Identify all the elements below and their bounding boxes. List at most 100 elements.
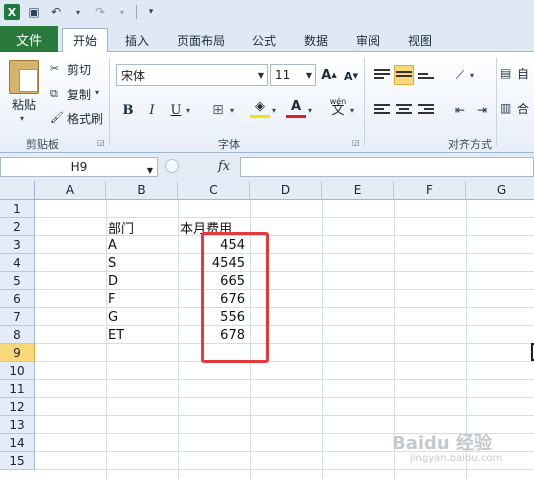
align-left-button[interactable] <box>372 100 392 120</box>
clipboard-launcher-icon[interactable]: ◲ <box>97 138 105 147</box>
clipboard-group-label: 剪贴板 <box>26 138 59 151</box>
column-header-g[interactable]: G <box>466 181 534 200</box>
align-top-button[interactable] <box>372 65 392 85</box>
column-header-d[interactable]: D <box>250 181 322 200</box>
row-header[interactable]: 7 <box>0 308 35 326</box>
column-header-c[interactable]: C <box>178 181 250 200</box>
tab-page-layout[interactable]: 页面布局 <box>168 28 234 52</box>
align-bottom-button[interactable] <box>416 65 436 85</box>
phonetic-guide-button[interactable]: wén 文 <box>328 96 348 117</box>
phonetic-dropdown-icon[interactable]: ▾ <box>350 106 354 115</box>
tab-view[interactable]: 视图 <box>400 28 440 52</box>
select-all-corner[interactable] <box>0 181 35 200</box>
format-painter-icon: 🖌 <box>50 111 64 124</box>
row-header[interactable]: 8 <box>0 326 35 344</box>
row-header[interactable]: 3 <box>0 236 35 254</box>
tab-data[interactable]: 数据 <box>296 28 336 52</box>
fill-color-icon[interactable]: ◈ <box>250 98 270 118</box>
font-color-dropdown-icon[interactable]: ▾ <box>308 106 312 115</box>
orientation-icon[interactable]: ⟋ <box>450 65 470 85</box>
cell-dept[interactable]: D <box>106 272 178 290</box>
excel-app-icon: X <box>4 4 20 20</box>
cell-b2-dept-header[interactable]: 部门 <box>106 218 178 237</box>
paste-button[interactable]: 粘贴 <box>12 96 36 113</box>
wrap-text-icon: ▤ <box>500 66 512 80</box>
copy-dropdown-icon[interactable]: ▾ <box>95 88 99 97</box>
format-painter-button[interactable]: 格式刷 <box>67 110 103 127</box>
cell-dept[interactable]: G <box>106 308 178 326</box>
merge-icon: ▥ <box>500 101 512 115</box>
chevron-down-icon: ▼ <box>305 71 312 80</box>
formula-expand-handle[interactable] <box>165 159 179 173</box>
row-header[interactable]: 1 <box>0 200 35 218</box>
group-separator <box>496 58 497 146</box>
shrink-font-button[interactable]: A ▼ <box>341 66 361 86</box>
toolbar-separator <box>136 5 137 19</box>
underline-dropdown-icon[interactable]: ▾ <box>186 106 190 115</box>
font-color-button[interactable]: A <box>286 98 306 118</box>
cell-dept[interactable]: A <box>106 236 178 254</box>
merge-button[interactable]: 合 <box>517 100 529 117</box>
group-separator <box>109 58 110 146</box>
wrap-text-button[interactable]: 自 <box>517 65 529 82</box>
row-header[interactable]: 12 <box>0 398 35 416</box>
redo-icon[interactable]: ↷ <box>92 4 108 20</box>
baidu-watermark: Baidu 经验 <box>392 433 493 454</box>
cell-dept[interactable]: ET <box>106 326 178 344</box>
orientation-dropdown-icon[interactable]: ▾ <box>470 71 474 80</box>
border-dropdown-icon[interactable]: ▾ <box>230 106 234 115</box>
bold-button[interactable]: B <box>118 100 138 120</box>
align-middle-button[interactable] <box>394 65 414 85</box>
save-icon[interactable]: ▣ <box>26 4 42 20</box>
formula-bar: H9 ▼ fx <box>0 153 534 181</box>
function-icon[interactable]: fx <box>218 159 230 174</box>
underline-button[interactable]: U <box>166 100 186 120</box>
column-header-f[interactable]: F <box>394 181 466 200</box>
redo-dropdown-icon[interactable]: ▾ <box>114 4 130 20</box>
paste-dropdown-icon[interactable]: ▾ <box>20 114 24 123</box>
name-box-value: H9 <box>70 160 88 174</box>
increase-indent-icon[interactable]: ⇥ <box>472 100 492 120</box>
column-header-a[interactable]: A <box>35 181 106 200</box>
align-right-button[interactable] <box>416 100 436 120</box>
row-header[interactable]: 10 <box>0 362 35 380</box>
customize-toolbar-icon[interactable]: ▾ <box>143 4 159 20</box>
paste-icon[interactable] <box>9 60 39 94</box>
row-header[interactable]: 6 <box>0 290 35 308</box>
name-box[interactable]: H9 ▼ <box>0 157 158 177</box>
formula-input[interactable] <box>240 157 534 177</box>
font-name-select[interactable]: 宋体 ▼ <box>116 64 268 86</box>
tab-file[interactable]: 文件 <box>0 26 58 52</box>
tab-insert[interactable]: 插入 <box>114 28 160 52</box>
tab-review[interactable]: 审阅 <box>348 28 388 52</box>
row-header[interactable]: 2 <box>0 218 35 236</box>
cut-button[interactable]: 剪切 <box>67 61 91 78</box>
row-header[interactable]: 15 <box>0 452 35 470</box>
undo-icon[interactable]: ↶ <box>48 4 64 20</box>
row-header[interactable]: 11 <box>0 380 35 398</box>
column-header-b[interactable]: B <box>106 181 178 200</box>
row-header[interactable]: 14 <box>0 434 35 452</box>
cell-dept[interactable]: S <box>106 254 178 272</box>
copy-button[interactable]: 复制 <box>67 86 91 103</box>
worksheet-grid[interactable]: A B C D E F G 1 2 3 4 5 6 7 8 9 10 11 12… <box>0 181 534 479</box>
font-launcher-icon[interactable]: ◲ <box>352 138 360 147</box>
align-center-button[interactable] <box>394 100 414 120</box>
align-left-icon <box>374 104 390 116</box>
font-name-value: 宋体 <box>121 68 146 83</box>
border-icon[interactable]: ⊞ <box>208 100 228 120</box>
cell-dept[interactable]: F <box>106 290 178 308</box>
tab-formulas[interactable]: 公式 <box>244 28 284 52</box>
grow-font-button[interactable]: A ▲ <box>319 65 339 85</box>
row-header[interactable]: 5 <box>0 272 35 290</box>
undo-dropdown-icon[interactable]: ▾ <box>70 4 86 20</box>
italic-button[interactable]: I <box>142 100 162 120</box>
tab-home[interactable]: 开始 <box>62 28 108 52</box>
decrease-indent-icon[interactable]: ⇤ <box>450 100 470 120</box>
column-header-e[interactable]: E <box>322 181 394 200</box>
row-header[interactable]: 4 <box>0 254 35 272</box>
fill-dropdown-icon[interactable]: ▾ <box>272 106 276 115</box>
row-header[interactable]: 13 <box>0 416 35 434</box>
font-size-select[interactable]: 11 ▼ <box>270 64 316 86</box>
row-header-active[interactable]: 9 <box>0 344 35 362</box>
